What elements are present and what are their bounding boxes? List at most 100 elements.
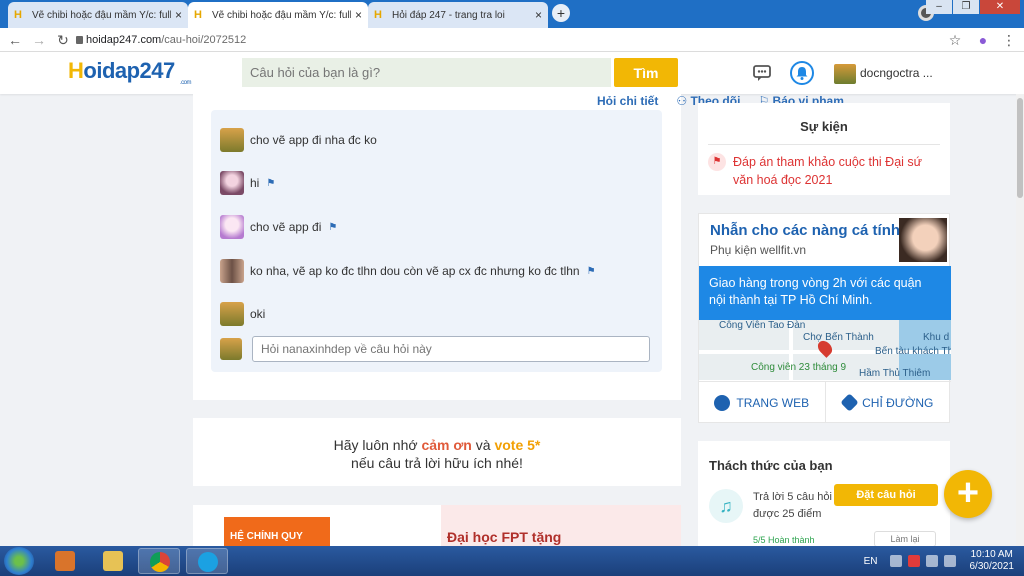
events-card: Sự kiện ⚑ Đáp án tham khảo cuộc thi Đại …	[698, 103, 950, 195]
question-card: Hỏi chi tiết ⚇ Theo dõi ⚐ Báo vi phạm ch…	[193, 94, 844, 400]
clock[interactable]: 10:10 AM 6/30/2021	[970, 549, 1015, 573]
restore-icon[interactable]: ❐	[953, 0, 979, 14]
chrome-icon	[150, 552, 170, 572]
challenge-progress: 5/5 Hoàn thành	[753, 535, 815, 545]
ad-right-creative[interactable]: Đại học FPT tặng	[441, 505, 681, 546]
report-flag-icon[interactable]: ⚑	[587, 266, 596, 277]
minimize-icon[interactable]: ‒	[926, 0, 952, 14]
new-tab-button[interactable]: +	[552, 4, 570, 22]
comment-text: oki	[250, 307, 266, 321]
bookmark-star-icon[interactable]: ☆	[946, 31, 964, 49]
scrollbar-thumb[interactable]	[1017, 98, 1023, 198]
url-path: /cau-hoi/2072512	[161, 34, 247, 46]
browser-tab-3[interactable]: H Hỏi đáp 247 - trang tra loi ×	[368, 2, 548, 28]
taskbar-explorer[interactable]	[92, 548, 134, 574]
start-button[interactable]	[4, 547, 34, 575]
ask-question-tooltip[interactable]: Đặt câu hỏi	[834, 484, 938, 506]
reload-icon[interactable]: ↻	[54, 31, 72, 49]
comment-item: hi ⚑	[220, 171, 275, 195]
flag-icon: ⚑	[708, 153, 726, 171]
bottom-ad-banner[interactable]: HỆ CHÍNH QUY Đại học FPT tặng	[193, 505, 681, 546]
reply-input[interactable]	[252, 336, 650, 362]
report-flag-icon[interactable]: ⚑	[266, 178, 275, 189]
notification-bell-icon[interactable]	[790, 61, 814, 85]
ad-map[interactable]: Công Viên Tao Đàn Chợ Bến Thành Khu d Bế…	[699, 320, 951, 380]
network-icon[interactable]	[925, 555, 938, 567]
ask-question-button[interactable]: +	[944, 470, 992, 518]
detail-link[interactable]: Hỏi chi tiết	[597, 94, 658, 108]
hoidap-favicon-icon: H	[194, 9, 202, 21]
map-label: Hầm Thủ Thiêm	[859, 368, 931, 379]
clock-time: 10:10 AM	[970, 549, 1013, 560]
avatar[interactable]	[220, 171, 244, 195]
sidebar-ad[interactable]: Nhẫn cho các nàng cá tính Phụ kiện wellf…	[698, 213, 952, 423]
extension-icon[interactable]: ●	[974, 31, 992, 49]
logo-domain: .com	[180, 80, 192, 86]
music-note-icon: ♫	[709, 489, 743, 523]
directions-button[interactable]: CHỈ ĐƯỜNG	[826, 382, 952, 423]
reminder-thanks: cảm ơn	[421, 437, 472, 453]
comments-box: cho vẽ app đi nha đc ko hi ⚑ cho vẽ app …	[211, 110, 662, 372]
search-button[interactable]: Tìm	[614, 58, 678, 87]
reminder-line-1: Hãy luôn nhớ cảm ơn và vote 5*	[193, 436, 681, 454]
taskbar-chrome[interactable]	[138, 548, 180, 574]
tray-icon[interactable]	[907, 555, 920, 567]
volume-icon[interactable]	[943, 555, 956, 567]
event-link[interactable]: Đáp án tham khảo cuộc thi Đại sứ văn hoá…	[733, 153, 940, 189]
site-logo[interactable]: Hoidap247 .com	[68, 58, 192, 86]
logo-letter: H	[68, 58, 84, 83]
browser-tab-2[interactable]: H Vẽ chibi hoặc đậu mầm Y/c: full r ×	[188, 2, 368, 28]
username-label[interactable]: docngoctra ...	[860, 66, 933, 80]
retry-button[interactable]: Làm lại	[874, 531, 936, 547]
lock-icon	[76, 36, 83, 44]
divider	[708, 144, 940, 145]
media-player-icon	[55, 551, 75, 571]
avatar[interactable]	[220, 259, 244, 283]
directions-icon	[840, 393, 859, 412]
tab-title: Hỏi đáp 247 - trang tra loi	[392, 9, 505, 21]
reminder-text: Hãy luôn nhớ	[333, 437, 422, 453]
url-field[interactable]: hoidap247.com/cau-hoi/2072512	[86, 30, 246, 50]
ad-headline[interactable]: Nhẫn cho các nàng cá tính	[710, 222, 900, 239]
window-controls: ‒ ❐ ✕	[926, 0, 1020, 14]
tray-icon[interactable]	[889, 555, 902, 567]
browser-tab-1[interactable]: H Vẽ chibi hoặc đậu mầm Y/c: full r ×	[8, 2, 188, 28]
tab-close-icon[interactable]: ×	[355, 8, 362, 22]
site-header: Hoidap247 .com Tìm docngoctra ...	[0, 52, 1024, 94]
website-button[interactable]: TRANG WEB	[699, 382, 826, 423]
map-label: Bến tàu khách Th	[875, 346, 951, 357]
tab-close-icon[interactable]: ×	[175, 8, 182, 22]
browser-menu-icon[interactable]: ⋮	[1000, 31, 1018, 49]
ad-left-creative[interactable]: HỆ CHÍNH QUY	[224, 517, 330, 546]
back-arrow-icon[interactable]: ←	[6, 31, 24, 49]
page-scrollbar[interactable]	[1016, 94, 1024, 546]
user-avatar[interactable]	[834, 64, 856, 84]
comment-text: cho vẽ app đi nha đc ko	[250, 133, 377, 147]
tab-close-icon[interactable]: ×	[535, 8, 542, 22]
report-flag-icon[interactable]: ⚑	[328, 222, 337, 233]
taskbar-skype[interactable]	[186, 548, 228, 574]
avatar[interactable]	[220, 215, 244, 239]
search-input[interactable]	[242, 58, 611, 87]
comment-item: oki	[220, 302, 265, 326]
chat-icon[interactable]	[752, 63, 772, 83]
comment-item: ko nha, vẽ ap ko đc tlhn dou còn vẽ ap c…	[220, 259, 596, 283]
map-label: Công viên 23 tháng 9	[751, 362, 847, 373]
ad-body[interactable]: Giao hàng trong vòng 2h với các quận nội…	[699, 266, 951, 320]
avatar[interactable]	[220, 128, 244, 152]
forward-arrow-icon[interactable]: →	[30, 31, 48, 49]
window-close-icon[interactable]: ✕	[980, 0, 1020, 14]
event-item[interactable]: ⚑ Đáp án tham khảo cuộc thi Đại sứ văn h…	[708, 153, 940, 189]
reply-row	[220, 337, 248, 361]
taskbar-media-player[interactable]	[44, 548, 86, 574]
avatar[interactable]	[220, 302, 244, 326]
map-label: Khu d	[923, 332, 950, 343]
map-label: Chợ Bến Thành	[803, 332, 874, 343]
taskbar: EN 10:10 AM 6/30/2021	[0, 546, 1024, 576]
comment-item: cho vẽ app đi ⚑	[220, 215, 337, 239]
comment-text: hi	[250, 176, 260, 190]
reminder-vote: vote 5*	[494, 437, 541, 453]
skype-icon	[198, 552, 218, 572]
ad-image[interactable]	[899, 218, 947, 262]
language-indicator[interactable]: EN	[864, 556, 878, 567]
